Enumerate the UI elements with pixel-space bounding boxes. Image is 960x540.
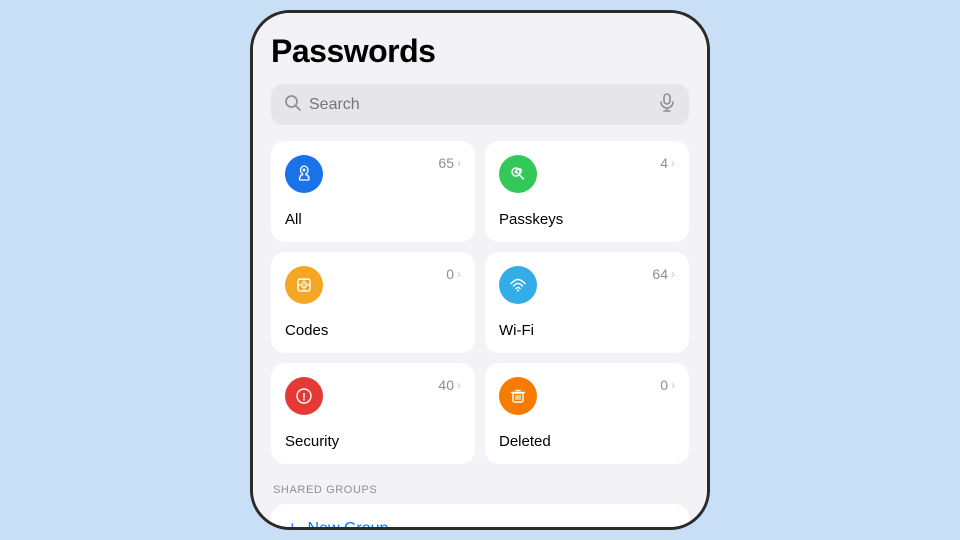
card-codes[interactable]: 0 › Codes: [271, 252, 475, 353]
card-passkeys-top: 4 ›: [499, 155, 675, 193]
wifi-count-wrap: 64 ›: [652, 266, 675, 282]
card-passkeys[interactable]: 4 › Passkeys: [485, 141, 689, 242]
shared-groups-section: SHARED GROUPS + New Group: [271, 484, 689, 527]
phone-frame: Passwords: [250, 10, 710, 530]
card-wifi[interactable]: 64 › Wi-Fi: [485, 252, 689, 353]
card-all-top: 65 ›: [285, 155, 461, 193]
new-group-card[interactable]: + New Group: [271, 504, 689, 527]
search-icon: [283, 93, 303, 117]
security-icon: !: [285, 377, 323, 415]
deleted-chevron: ›: [671, 378, 675, 392]
card-deleted[interactable]: 0 › Deleted: [485, 363, 689, 464]
deleted-label: Deleted: [499, 433, 675, 450]
passkeys-count-wrap: 4 ›: [660, 155, 675, 171]
mic-icon[interactable]: [657, 92, 677, 117]
card-security-top: ! 40 ›: [285, 377, 461, 415]
deleted-count: 0: [660, 377, 668, 393]
security-label: Security: [285, 433, 461, 450]
security-chevron: ›: [457, 378, 461, 392]
passkeys-count: 4: [660, 155, 668, 171]
deleted-count-wrap: 0 ›: [660, 377, 675, 393]
codes-chevron: ›: [457, 267, 461, 281]
security-count-wrap: 40 ›: [438, 377, 461, 393]
codes-icon: [285, 266, 323, 304]
all-label: All: [285, 211, 461, 228]
wifi-icon: [499, 266, 537, 304]
wifi-label: Wi-Fi: [499, 322, 675, 339]
page-title: Passwords: [271, 33, 689, 70]
content: Passwords: [253, 13, 707, 527]
wifi-count: 64: [652, 266, 668, 282]
wifi-chevron: ›: [671, 267, 675, 281]
card-deleted-top: 0 ›: [499, 377, 675, 415]
all-count: 65: [438, 155, 454, 171]
passkeys-label: Passkeys: [499, 211, 675, 228]
card-wifi-top: 64 ›: [499, 266, 675, 304]
codes-count: 0: [446, 266, 454, 282]
codes-count-wrap: 0 ›: [446, 266, 461, 282]
new-group-label: New Group: [308, 520, 389, 528]
screen: Passwords: [253, 13, 707, 527]
card-security[interactable]: ! 40 › Security: [271, 363, 475, 464]
cards-grid: 65 › All: [271, 141, 689, 464]
deleted-icon: [499, 377, 537, 415]
passkeys-chevron: ›: [671, 156, 675, 170]
card-all[interactable]: 65 › All: [271, 141, 475, 242]
search-input[interactable]: [309, 96, 651, 114]
all-icon: [285, 155, 323, 193]
search-bar[interactable]: [271, 84, 689, 125]
shared-groups-title: SHARED GROUPS: [271, 484, 689, 496]
passkeys-icon: [499, 155, 537, 193]
all-count-wrap: 65 ›: [438, 155, 461, 171]
svg-text:!: !: [302, 392, 306, 404]
security-count: 40: [438, 377, 454, 393]
card-codes-top: 0 ›: [285, 266, 461, 304]
codes-label: Codes: [285, 322, 461, 339]
plus-icon: +: [287, 518, 298, 527]
all-chevron: ›: [457, 156, 461, 170]
